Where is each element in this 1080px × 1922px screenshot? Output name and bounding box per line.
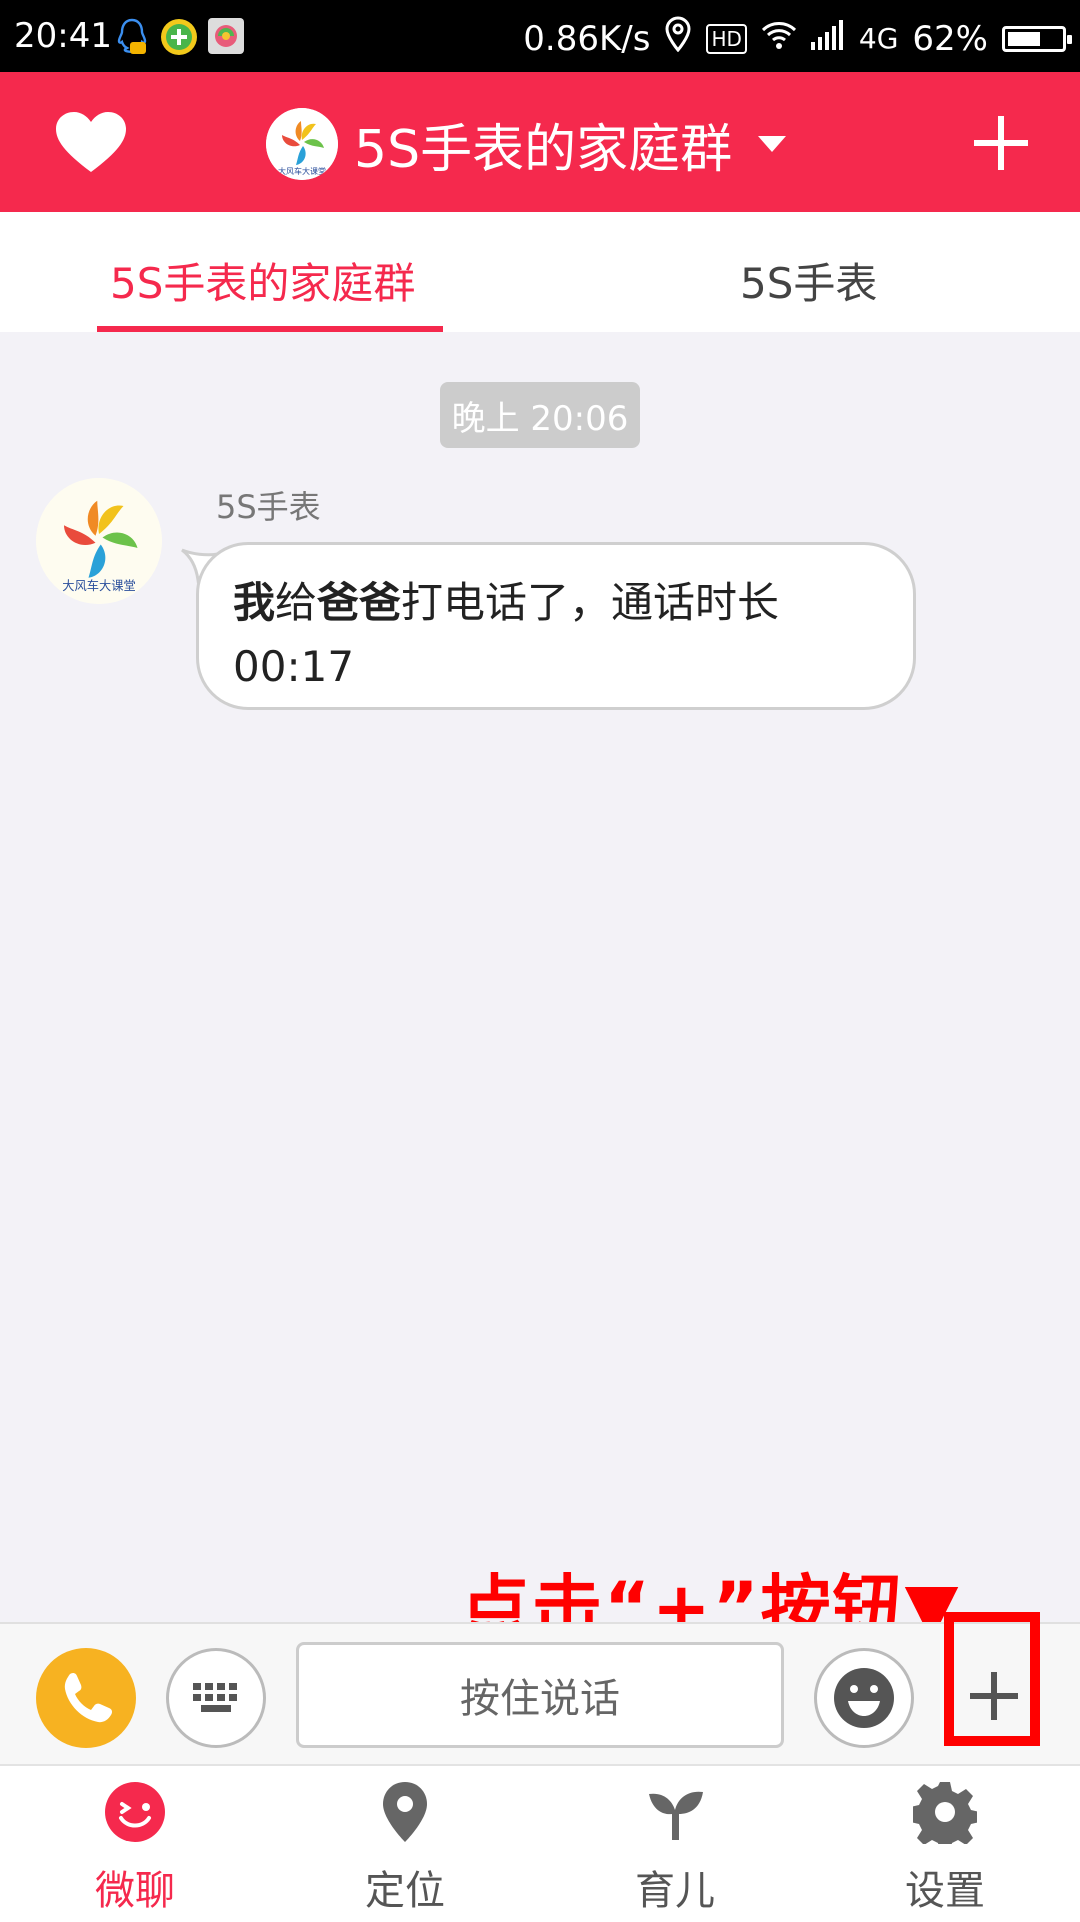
- sender-avatar[interactable]: 大风车大课堂: [36, 478, 162, 604]
- nav-label-location: 定位: [365, 1868, 445, 1914]
- message-text-part: 爸爸: [317, 578, 402, 627]
- tab-family-group[interactable]: 5S手表的家庭群: [110, 250, 415, 311]
- chat-timestamp: 晚上 20:06: [440, 382, 640, 448]
- signal-icon: [810, 19, 845, 59]
- call-button[interactable]: [36, 1648, 136, 1748]
- pinwheel-avatar: 大风车大课堂: [266, 108, 338, 180]
- location-icon: [664, 16, 692, 61]
- nav-label-settings: 设置: [905, 1868, 985, 1914]
- nav-item-location[interactable]: 定位: [270, 1766, 540, 1922]
- svg-text:大风车大课堂: 大风车大课堂: [62, 578, 136, 593]
- status-time: 20:41: [14, 16, 112, 56]
- chat-input-bar: 按住说话: [0, 1622, 1080, 1766]
- emoji-button[interactable]: [814, 1648, 914, 1748]
- svg-text:大风车大课堂: 大风车大课堂: [278, 166, 326, 176]
- nav-label-chat: 微聊: [95, 1868, 175, 1914]
- group-title: 5S手表的家庭群: [354, 119, 733, 180]
- smiley-icon: [834, 1668, 894, 1728]
- qq-icon: [116, 18, 148, 65]
- tab-watch[interactable]: 5S手表: [740, 250, 877, 311]
- tab-indicator: [97, 326, 443, 332]
- plus-icon: [974, 116, 1028, 170]
- bottom-nav: 微聊 定位 育儿 设置: [0, 1764, 1080, 1922]
- gear-icon: [913, 1782, 977, 1844]
- message-bubble[interactable]: 我给爸爸打电话了，通话时长 00:17: [196, 542, 916, 710]
- hold-to-talk-button[interactable]: 按住说话: [296, 1642, 784, 1748]
- group-selector[interactable]: 大风车大课堂 5S手表的家庭群: [266, 108, 787, 180]
- battery-icon: [1002, 25, 1072, 52]
- nav-item-settings[interactable]: 设置: [810, 1766, 1080, 1922]
- header-plus-button[interactable]: [970, 112, 1032, 174]
- nav-item-chat[interactable]: 微聊: [0, 1766, 270, 1922]
- nav-label-parenting: 育儿: [635, 1868, 715, 1914]
- message-text-part: 给: [275, 578, 318, 627]
- battery-level: [1008, 31, 1041, 46]
- sender-name: 5S手表: [216, 488, 321, 526]
- nav-item-parenting[interactable]: 育儿: [540, 1766, 810, 1922]
- net-speed: 0.86K/s: [523, 18, 651, 59]
- message-text-part: 我: [233, 578, 276, 627]
- keyboard-icon: [193, 1683, 237, 1712]
- keyboard-button[interactable]: [166, 1648, 266, 1748]
- wifi-icon: [761, 19, 797, 59]
- plus-circle-icon: [160, 18, 198, 65]
- status-bar: 20:41 0.86K/s HD 4G 62%: [0, 0, 1080, 72]
- hd-icon: HD: [706, 23, 747, 54]
- chat-smile-icon: [105, 1782, 165, 1842]
- caret-down-icon: [758, 136, 787, 152]
- tab-bar: 5S手表的家庭群 5S手表: [0, 212, 1080, 332]
- app-icon: [208, 18, 244, 63]
- app-header: 大风车大课堂 5S手表的家庭群: [0, 72, 1080, 212]
- highlight-box: [944, 1612, 1040, 1746]
- phone-icon: [64, 1672, 113, 1723]
- battery-percent: 62%: [912, 18, 988, 59]
- heart-icon[interactable]: [56, 112, 126, 174]
- map-pin-icon: [383, 1782, 427, 1842]
- network-type: 4G: [858, 22, 899, 55]
- sprout-icon: [649, 1791, 703, 1840]
